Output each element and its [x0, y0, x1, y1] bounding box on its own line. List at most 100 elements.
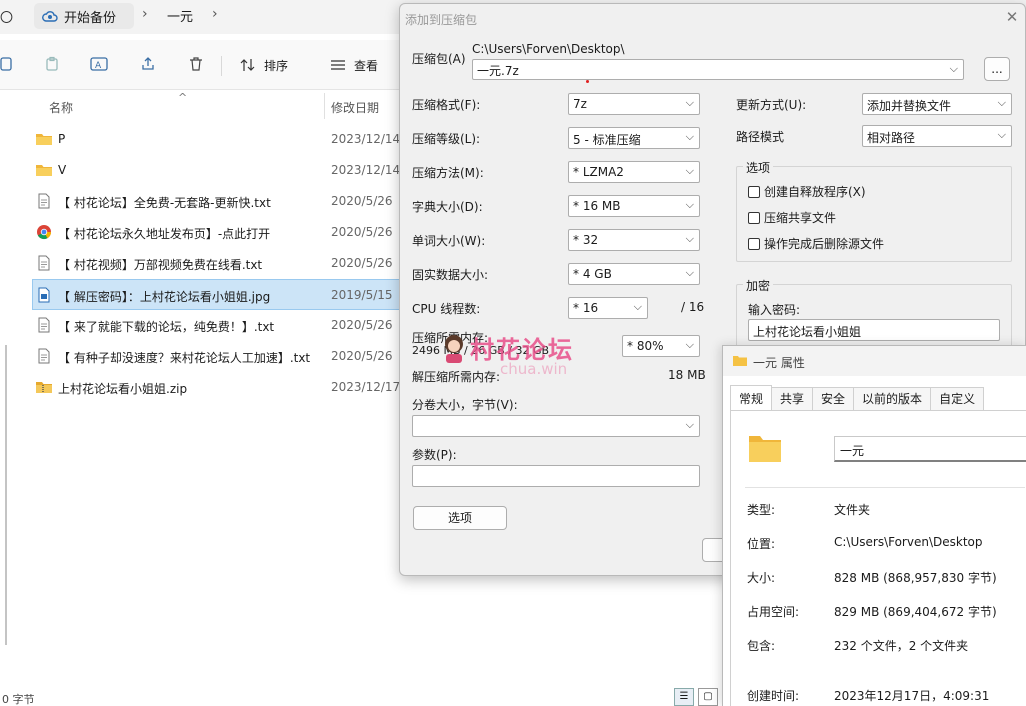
tab-sharing[interactable]: 共享	[772, 387, 814, 411]
column-name[interactable]: 名称	[49, 99, 73, 116]
rename-icon[interactable]: A	[89, 54, 109, 74]
file-row[interactable]: 【 村花论坛】全免费-无套路-更新快.txt 2020/5/26	[0, 186, 400, 217]
checkbox-box[interactable]	[748, 237, 760, 250]
file-row[interactable]: 【 村花视频】万部视频免费在线看.txt 2020/5/26	[0, 248, 400, 279]
tab-security[interactable]: 安全	[813, 387, 855, 411]
chevron-right-icon[interactable]: ›	[212, 6, 218, 22]
file-date: 2023/12/14	[331, 132, 401, 146]
file-date: 2020/5/26	[331, 256, 393, 270]
file-row[interactable]: P 2023/12/14	[0, 124, 400, 155]
cpu-select[interactable]: * 16 ⌵	[568, 297, 648, 319]
tab-previous-versions[interactable]: 以前的版本	[854, 387, 932, 411]
update-mode-select[interactable]: 添加并替换文件 ⌵	[862, 93, 1012, 115]
file-name: P	[58, 132, 66, 146]
archive-label: 压缩包(A)	[412, 52, 466, 66]
properties-title: 一元 属性	[753, 356, 805, 370]
tiles-view-icon[interactable]: ▢	[698, 688, 718, 706]
scrollbar[interactable]	[5, 345, 7, 645]
chevron-right-icon: ›	[142, 6, 148, 22]
format-select[interactable]: 7z ⌵	[568, 93, 700, 115]
word-select[interactable]: * 32 ⌵	[568, 229, 700, 251]
cpu-label: CPU 线程数:	[412, 302, 481, 316]
chevron-down-icon[interactable]: ⌵	[950, 62, 958, 76]
cpu-value: * 16	[573, 301, 599, 315]
file-date: 2023/12/14	[331, 163, 401, 177]
file-date: 2019/5/15	[331, 288, 393, 302]
file-row[interactable]: 【 解压密码】：上村花论坛看小姐姐.jpg 2019/5/15	[32, 279, 402, 310]
text-file-icon	[36, 317, 52, 333]
file-row[interactable]: V 2023/12/14	[0, 155, 400, 186]
level-select[interactable]: 5 - 标准压缩 ⌵	[568, 127, 700, 149]
sort-ascending-icon: ^	[178, 91, 188, 104]
sort-label: 排序	[264, 58, 289, 73]
file-name: V	[58, 163, 67, 177]
created-label: 创建时间:	[747, 689, 800, 703]
encryption-group-title: 加密	[743, 277, 774, 294]
location-label: 位置:	[747, 537, 776, 551]
update-mode-label: 更新方式(U):	[736, 98, 807, 112]
memory-percent-select[interactable]: * 80% ⌵	[622, 335, 700, 357]
breadcrumb-backup-label: 开始备份	[64, 10, 117, 26]
checkbox-box[interactable]	[748, 185, 760, 198]
file-row[interactable]: 【 来了就能下载的论坛，纯免费！】.txt 2020/5/26	[0, 310, 400, 341]
chevron-down-icon: ⌵	[633, 300, 642, 313]
browse-button[interactable]: ...	[984, 57, 1010, 81]
properties-titlebar: 一元 属性	[723, 346, 1026, 376]
file-row[interactable]: 【 村花论坛永久地址发布页】-点此打开 2020/5/26	[0, 217, 400, 248]
params-input[interactable]	[412, 465, 700, 487]
tab-customize[interactable]: 自定义	[931, 387, 985, 411]
copy-icon[interactable]	[0, 54, 16, 74]
options-group-title: 选项	[743, 159, 774, 176]
view-button[interactable]: 查看	[330, 54, 378, 76]
breadcrumb-backup[interactable]: 开始备份	[34, 3, 134, 29]
file-name: 【 村花论坛】全免费-无套路-更新快.txt	[58, 196, 271, 210]
delete-after-checkbox[interactable]: 操作完成后删除源文件	[748, 235, 884, 252]
column-date-modified[interactable]: 修改日期	[331, 99, 379, 116]
method-select[interactable]: * LZMA2 ⌵	[568, 161, 700, 183]
folder-icon	[36, 131, 52, 147]
breadcrumb-root[interactable]: 〇	[0, 7, 14, 26]
archive-name-combo[interactable]: 一元.7z ⌵	[472, 59, 964, 80]
file-date: 2020/5/26	[331, 225, 393, 239]
chrome-icon	[36, 224, 52, 240]
split-combo[interactable]: ⌵	[412, 415, 700, 437]
location-value: C:\Users\Forven\Desktop	[834, 535, 983, 549]
dict-label: 字典大小(D):	[412, 200, 483, 214]
options-button[interactable]: 选项	[413, 506, 507, 530]
file-row[interactable]: 【 有种子却没速度？来村花论坛人工加速】.txt 2020/5/26	[0, 341, 400, 372]
shared-files-checkbox[interactable]: 压缩共享文件	[748, 209, 836, 226]
password-input[interactable]: 上村花论坛看小姐姐	[748, 319, 1000, 341]
level-label: 压缩等级(L):	[412, 132, 481, 146]
solid-label: 固实数据大小:	[412, 268, 489, 282]
file-row[interactable]: 上村花论坛看小姐姐.zip 2023/12/17	[0, 372, 400, 403]
breadcrumb-current[interactable]: 一元	[167, 6, 193, 25]
sfx-checkbox[interactable]: 创建自释放程序(X)	[748, 183, 866, 200]
cursor-mark	[586, 80, 589, 83]
word-value: * 32	[573, 233, 599, 247]
checkbox-box[interactable]	[748, 211, 760, 224]
column-divider[interactable]	[324, 93, 325, 119]
solid-select[interactable]: * 4 GB ⌵	[568, 263, 700, 285]
chevron-down-icon: ⌵	[685, 198, 694, 211]
dict-select[interactable]: * 16 MB ⌵	[568, 195, 700, 217]
type-value: 文件夹	[834, 503, 871, 517]
delete-icon[interactable]	[186, 54, 206, 74]
path-mode-select[interactable]: 相对路径 ⌵	[862, 125, 1012, 147]
disk-size-value: 829 MB (869,404,672 字节)	[834, 605, 997, 619]
details-view-icon[interactable]: ☰	[674, 688, 694, 706]
paste-icon[interactable]	[42, 54, 62, 74]
folder-icon	[749, 436, 781, 462]
memory-value: 2496 MB / 26 GB / 32 GB	[412, 344, 550, 357]
created-value: 2023年12月17日，4:09:31	[834, 689, 990, 703]
tab-general[interactable]: 常规	[730, 385, 773, 411]
sort-button[interactable]: 排序	[240, 54, 288, 76]
chevron-down-icon: ⌵	[685, 418, 694, 431]
close-icon[interactable]: ✕	[1003, 8, 1021, 26]
dict-value: * 16 MB	[573, 199, 621, 213]
share-icon[interactable]	[138, 54, 158, 74]
folder-name-input[interactable]: 一元	[834, 436, 1026, 462]
view-toggle: ☰ ▢	[674, 688, 718, 706]
password-label: 输入密码:	[748, 303, 801, 317]
folder-icon	[733, 356, 747, 366]
file-name: 【 有种子却没速度？来村花论坛人工加速】.txt	[58, 351, 311, 365]
